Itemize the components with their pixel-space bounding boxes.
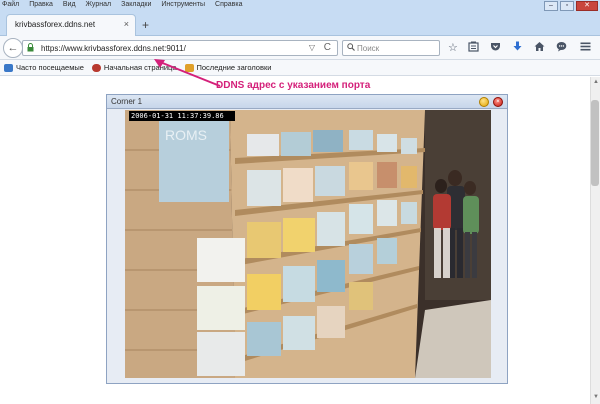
- chat-icon[interactable]: [556, 41, 567, 56]
- scroll-up-icon[interactable]: ▲: [593, 79, 599, 85]
- tab-active[interactable]: krivbassforex.ddns.net ×: [6, 14, 136, 36]
- svg-text:ROMS: ROMS: [165, 127, 207, 143]
- annotation-label: DDNS адрес с указанием порта: [216, 80, 371, 91]
- bookstore-scene-image: ROMS: [125, 110, 491, 378]
- navigation-bar: https://www.krivbassforex.ddns.net:9011/…: [0, 36, 600, 60]
- search-icon: [347, 43, 355, 53]
- camera-title-bar: Corner 1 ×: [107, 95, 507, 109]
- url-dropdown-icon[interactable]: ▽: [309, 43, 315, 52]
- maximize-button[interactable]: ▫: [560, 1, 574, 11]
- close-icon[interactable]: ×: [493, 97, 503, 107]
- reading-list-icon[interactable]: [468, 41, 479, 56]
- search-bar[interactable]: Поиск: [342, 40, 440, 56]
- menu-tools[interactable]: Инструменты: [161, 1, 205, 11]
- bookmark-page-icon: [91, 63, 101, 72]
- bookmark-most-visited[interactable]: Часто посещаемые: [4, 63, 84, 72]
- title-bar: Файл Правка Вид Журнал Закладки Инструме…: [0, 0, 600, 36]
- bookmarks-bar: Часто посещаемые Начальная страница Посл…: [0, 60, 600, 76]
- menu-view[interactable]: Вид: [63, 1, 76, 11]
- close-window-button[interactable]: ✕: [576, 1, 598, 11]
- home-icon[interactable]: [534, 41, 545, 56]
- reload-icon[interactable]: C: [324, 42, 331, 53]
- menu-file[interactable]: Файл: [2, 1, 19, 11]
- camera-name: Corner 1: [111, 97, 143, 106]
- camera-window: Corner 1 × ROMS 2006-01-31 11:37:39.86: [106, 94, 508, 384]
- menu-history[interactable]: Журнал: [86, 1, 112, 11]
- back-button[interactable]: ←: [3, 38, 23, 58]
- pocket-icon[interactable]: [490, 41, 501, 56]
- tab-title: krivbassforex.ddns.net: [15, 20, 96, 29]
- menu-icon[interactable]: [580, 41, 591, 56]
- camera-timestamp: 2006-01-31 11:37:39.86: [129, 111, 235, 121]
- menu-bookmarks[interactable]: Закладки: [121, 1, 151, 11]
- tab-close-icon[interactable]: ×: [124, 19, 129, 29]
- scroll-thumb[interactable]: [591, 100, 599, 186]
- url-bar[interactable]: https://www.krivbassforex.ddns.net:9011/…: [22, 40, 338, 56]
- scroll-down-icon[interactable]: ▼: [593, 394, 599, 400]
- camera-video-feed: ROMS 2006-01-31 11:37:39.86: [125, 110, 491, 378]
- minimize-button[interactable]: –: [544, 1, 558, 11]
- new-tab-button[interactable]: +: [142, 18, 149, 32]
- download-icon[interactable]: [512, 41, 523, 56]
- menu-help[interactable]: Справка: [215, 1, 242, 11]
- search-placeholder: Поиск: [357, 44, 380, 53]
- bookmark-folder-icon: [4, 63, 13, 72]
- lock-icon: [27, 43, 34, 54]
- menu-bar: Файл Правка Вид Журнал Закладки Инструме…: [2, 1, 243, 11]
- url-text: https://www.krivbassforex.ddns.net:9011/: [41, 44, 186, 53]
- star-icon[interactable]: ☆: [448, 41, 458, 55]
- window-controls: – ▫ ✕: [544, 1, 598, 11]
- menu-edit[interactable]: Правка: [29, 1, 53, 11]
- bookmark-label: Часто посещаемые: [16, 63, 84, 72]
- minimize-icon[interactable]: [479, 97, 489, 107]
